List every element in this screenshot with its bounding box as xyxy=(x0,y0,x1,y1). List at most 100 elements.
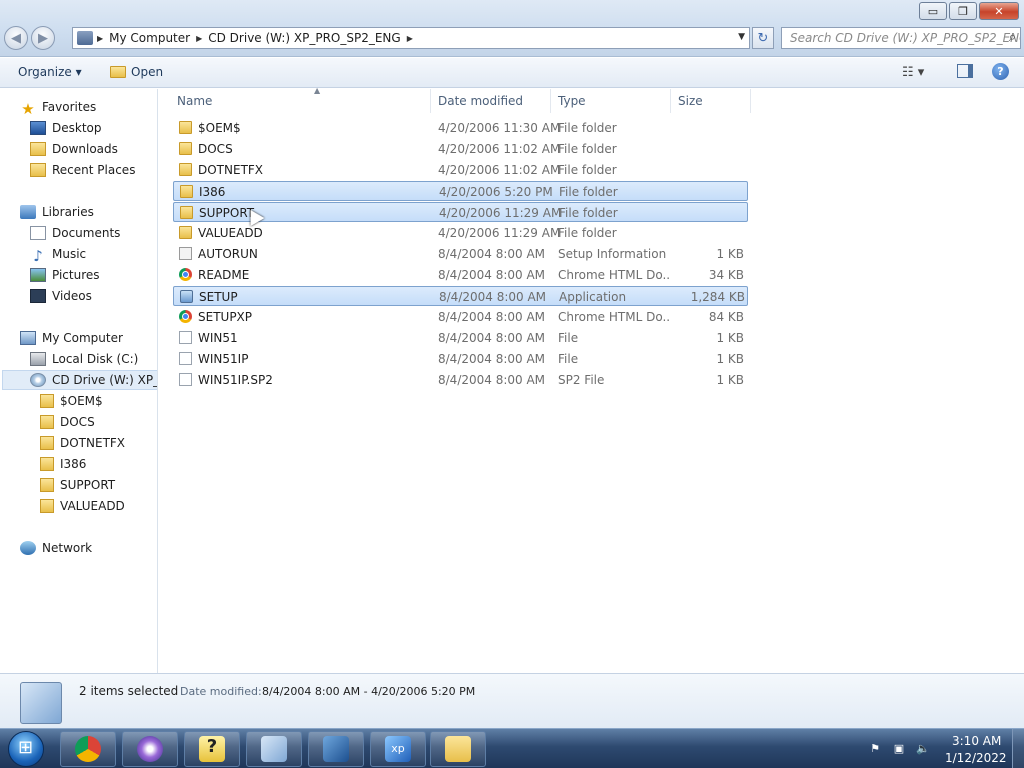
nav-label: Documents xyxy=(52,226,121,240)
address-dropdown-icon[interactable]: ▼ xyxy=(738,32,745,42)
setup-application-icon xyxy=(180,290,193,303)
taskbar-virtualbox[interactable] xyxy=(308,731,364,767)
address-bar[interactable]: ▶ My Computer ▶ CD Drive (W:) XP_PRO_SP2… xyxy=(72,27,750,49)
refresh-button[interactable]: ↻ xyxy=(752,27,774,49)
file-type: SP2 File xyxy=(558,373,605,387)
taskbar-xp[interactable]: xp xyxy=(370,731,426,767)
file-name: I386 xyxy=(199,185,226,199)
nav-favorites[interactable]: ★ Favorites xyxy=(20,97,96,118)
show-desktop-button[interactable] xyxy=(1012,729,1024,768)
file-type: File folder xyxy=(558,121,617,135)
file-row[interactable]: VALUEADD 4/20/2006 11:29 AM File folder xyxy=(173,223,748,243)
file-row[interactable]: DOTNETFX 4/20/2006 11:02 AM File folder xyxy=(173,160,748,180)
column-header-date[interactable]: Date modified xyxy=(438,89,551,113)
nav-folder-support[interactable]: SUPPORT xyxy=(40,475,115,495)
folder-icon xyxy=(179,226,192,239)
file-list: Name ▲ Date modified Type Size $OEM$ 4/20… xyxy=(159,86,1024,673)
preview-pane-icon[interactable] xyxy=(957,64,973,78)
breadcrumb-cd-drive[interactable]: CD Drive (W:) XP_PRO_SP2_ENG xyxy=(202,31,406,45)
libraries-icon xyxy=(20,205,36,219)
minimize-button[interactable]: ▭ xyxy=(919,2,947,20)
nav-desktop[interactable]: Desktop xyxy=(30,118,102,138)
file-name: WIN51IP.SP2 xyxy=(198,373,273,387)
file-date: 8/4/2004 8:00 AM xyxy=(438,268,546,282)
column-header-name[interactable]: Name ▲ xyxy=(177,86,431,113)
nav-downloads[interactable]: Downloads xyxy=(30,139,118,159)
file-row[interactable]: WIN51 8/4/2004 8:00 AM File 1 KB xyxy=(173,328,748,348)
nav-folder-dotnetfx[interactable]: DOTNETFX xyxy=(40,433,125,453)
organize-button[interactable]: Organize ▾ xyxy=(18,65,82,79)
column-header-size[interactable]: Size xyxy=(678,89,751,113)
file-row[interactable]: AUTORUN 8/4/2004 8:00 AM Setup Information… xyxy=(173,244,748,264)
file-row[interactable]: DOCS 4/20/2006 11:02 AM File folder xyxy=(173,139,748,159)
nav-folder-i386[interactable]: I386 xyxy=(40,454,86,474)
file-row[interactable]: I386 4/20/2006 5:20 PM File folder xyxy=(173,181,748,201)
taskbar-explorer[interactable] xyxy=(430,731,486,767)
nav-label: My Computer xyxy=(42,331,123,345)
file-date: 4/20/2006 11:30 AM xyxy=(438,121,561,135)
folder-icon xyxy=(40,436,54,450)
file-icon xyxy=(179,331,192,344)
network-tray-icon[interactable]: ▣ xyxy=(892,742,906,756)
search-icon[interactable]: ⌕ xyxy=(1009,30,1016,45)
nav-network[interactable]: Network xyxy=(20,538,92,558)
open-button[interactable]: Open xyxy=(110,65,163,79)
nav-libraries[interactable]: Libraries xyxy=(20,202,94,222)
nav-label: Recent Places xyxy=(52,163,136,177)
nav-label: SUPPORT xyxy=(60,478,116,492)
nav-cd-drive[interactable]: CD Drive (W:) XP_PRO_SP2_ENG xyxy=(2,370,158,390)
close-button[interactable]: ✕ xyxy=(979,2,1019,20)
file-type: Application xyxy=(559,290,627,304)
action-center-icon[interactable]: ⚑ xyxy=(868,742,882,756)
nav-label: $OEM$ xyxy=(60,394,103,408)
nav-label: DOCS xyxy=(60,415,95,429)
taskbar-media[interactable] xyxy=(122,731,178,767)
volume-icon[interactable]: 🔈 xyxy=(916,742,930,756)
file-type: File folder xyxy=(558,163,617,177)
pictures-icon xyxy=(30,268,46,282)
nav-folder-docs[interactable]: DOCS xyxy=(40,412,95,432)
file-name: WIN51IP xyxy=(198,352,249,366)
nav-pictures[interactable]: Pictures xyxy=(30,265,100,285)
column-header-type[interactable]: Type xyxy=(558,89,671,113)
taskbar-cd-setup[interactable] xyxy=(246,731,302,767)
breadcrumb-my-computer[interactable]: My Computer xyxy=(103,31,196,45)
videos-icon xyxy=(30,289,46,303)
file-row[interactable]: SETUP 8/4/2004 8:00 AM Application 1,284 KB xyxy=(173,286,748,306)
help-icon[interactable]: ? xyxy=(992,63,1009,80)
virtualbox-icon xyxy=(323,736,349,762)
window-controls: ▭ ❐ ✕ xyxy=(917,2,1019,20)
nav-folder-valueadd[interactable]: VALUEADD xyxy=(40,496,125,516)
file-row[interactable]: SETUPXP 8/4/2004 8:00 AM Chrome HTML Do...… xyxy=(173,307,748,327)
search-input[interactable]: Search CD Drive (W:) XP_PRO_SP2_ENG ⌕ xyxy=(781,27,1021,49)
column-label: Name xyxy=(177,94,213,108)
nav-videos[interactable]: Videos xyxy=(30,286,92,306)
setup-information-icon xyxy=(179,247,192,260)
taskbar-help[interactable]: ? xyxy=(184,731,240,767)
nav-documents[interactable]: Documents xyxy=(30,223,120,243)
nav-music[interactable]: ♪ Music xyxy=(30,244,86,265)
change-view-icon[interactable]: ☷ ▾ xyxy=(902,65,924,80)
nav-recent-places[interactable]: Recent Places xyxy=(30,160,135,180)
nav-label: CD Drive (W:) XP_PRO_SP2_ENG xyxy=(52,373,158,387)
start-button[interactable] xyxy=(8,731,44,767)
nav-my-computer[interactable]: My Computer xyxy=(20,328,123,348)
hard-disk-icon xyxy=(30,352,46,366)
file-name: README xyxy=(198,268,250,282)
file-row[interactable]: WIN51IP.SP2 8/4/2004 8:00 AM SP2 File 1 KB xyxy=(173,370,748,390)
file-row[interactable]: README 8/4/2004 8:00 AM Chrome HTML Do... 3… xyxy=(173,265,748,285)
xp-icon: xp xyxy=(385,736,411,762)
navigation-pane: ★ Favorites Desktop Downloads Recent Plac… xyxy=(0,89,158,673)
back-button[interactable]: ◀ xyxy=(4,26,28,50)
nav-local-disk[interactable]: Local Disk (C:) xyxy=(30,349,138,369)
taskbar-chrome[interactable] xyxy=(60,731,116,767)
file-row[interactable]: $OEM$ 4/20/2006 11:30 AM File folder xyxy=(173,118,748,138)
breadcrumb-separator-icon[interactable]: ▶ xyxy=(407,34,413,43)
clock-date[interactable]: 1/12/2022 xyxy=(945,751,1007,765)
file-row[interactable]: WIN51IP 8/4/2004 8:00 AM File 1 KB xyxy=(173,349,748,369)
clock-time[interactable]: 3:10 AM xyxy=(952,734,1001,748)
nav-folder-oem[interactable]: $OEM$ xyxy=(40,391,103,411)
forward-button[interactable]: ▶ xyxy=(31,26,55,50)
file-type: File xyxy=(558,352,579,366)
maximize-button[interactable]: ❐ xyxy=(949,2,977,20)
